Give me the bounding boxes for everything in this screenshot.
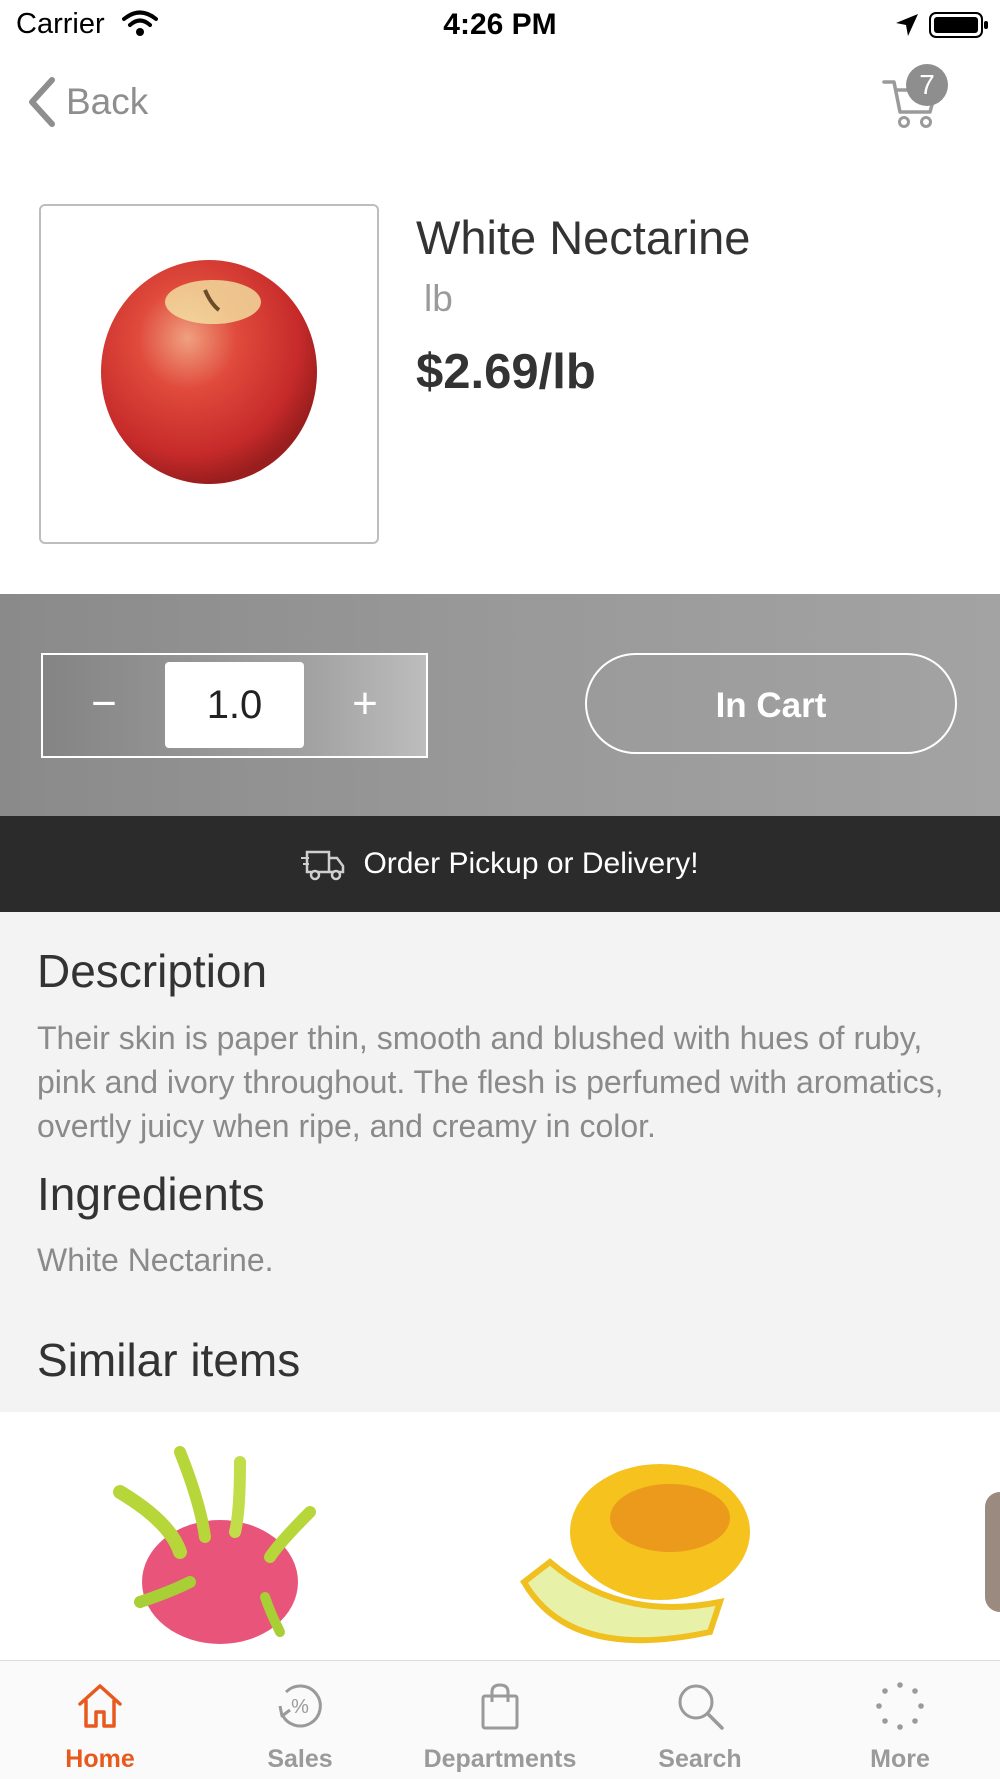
search-icon — [678, 1684, 724, 1730]
tab-sales[interactable]: % Sales — [200, 1680, 400, 1774]
product-unit: lb — [424, 278, 453, 319]
in-cart-button[interactable]: In Cart — [585, 653, 957, 754]
quantity-field[interactable]: 1.0 — [165, 662, 304, 748]
cart-count-badge: 7 — [906, 64, 948, 106]
more-icon — [876, 1682, 924, 1730]
similar-items-carousel[interactable] — [0, 1412, 1000, 1660]
chevron-left-icon — [29, 77, 55, 127]
description-heading: Description — [37, 945, 268, 997]
tab-more[interactable]: More — [800, 1680, 1000, 1774]
tab-label-sales: Sales — [267, 1745, 333, 1773]
product-name: White Nectarine — [416, 211, 751, 264]
nectarine-image — [101, 260, 317, 484]
tab-departments[interactable]: Departments — [400, 1680, 600, 1774]
clock: 4:26 PM — [443, 8, 557, 41]
decrease-quantity-button[interactable]: − — [44, 656, 164, 754]
status-bar: Carrier 4:26 PM — [0, 0, 1000, 50]
increase-quantity-button[interactable]: + — [306, 656, 424, 754]
tab-label-departments: Departments — [423, 1745, 577, 1773]
tab-search[interactable]: Search — [600, 1680, 800, 1774]
melon-image[interactable] — [510, 1452, 780, 1660]
banner-content[interactable]: Order Pickup or Delivery! — [0, 816, 1000, 912]
home-icon — [78, 1684, 122, 1728]
tab-label-more: More — [870, 1745, 930, 1773]
product-price: $2.69/lb — [416, 345, 596, 399]
banner-text: Order Pickup or Delivery! — [363, 847, 699, 880]
location-arrow-icon — [896, 14, 918, 36]
tab-label-search: Search — [658, 1745, 742, 1773]
similar-items-heading: Similar items — [37, 1334, 301, 1386]
back-label: Back — [66, 81, 149, 122]
ingredients-heading: Ingredients — [37, 1168, 265, 1220]
product-image — [39, 204, 379, 544]
battery-icon — [929, 12, 988, 38]
description-text: Their skin is paper thin, smooth and blu… — [37, 1020, 944, 1144]
bag-icon — [481, 1683, 519, 1730]
svg-text:%: % — [291, 1696, 309, 1718]
back-button[interactable]: Back — [26, 74, 148, 130]
ingredients-text: White Nectarine. — [37, 1242, 274, 1278]
sales-icon: % — [278, 1684, 322, 1728]
tab-home[interactable]: Home — [0, 1680, 200, 1774]
delivery-truck-icon — [301, 850, 345, 881]
tab-label-home: Home — [65, 1745, 135, 1773]
next-item-peek[interactable] — [985, 1492, 1000, 1612]
dragon-fruit-image[interactable] — [80, 1432, 350, 1660]
